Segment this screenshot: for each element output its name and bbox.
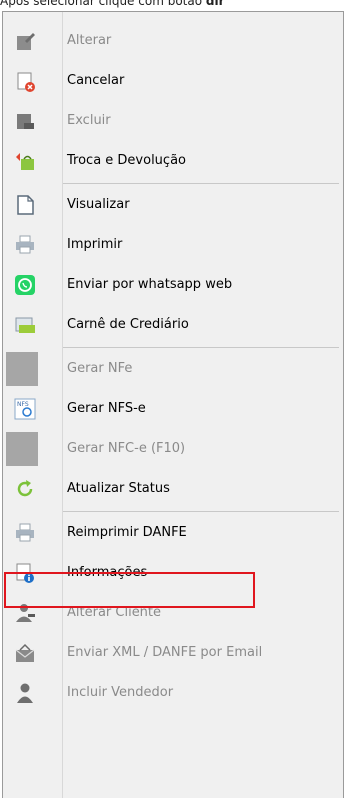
menu-item-imprimir[interactable]: Imprimir — [3, 225, 343, 265]
menu-item-label: Imprimir — [67, 237, 123, 252]
page-icon — [17, 195, 34, 215]
menu-separator — [63, 511, 339, 512]
menu-separator — [63, 183, 339, 184]
menu-item-label: Gerar NFC-e (F10) — [67, 441, 186, 456]
nfse-icon: NFS — [14, 398, 36, 420]
svg-text:NFS: NFS — [17, 401, 29, 408]
menu-item-atualizar-status[interactable]: Atualizar Status — [3, 469, 343, 509]
menu-item-label: Cancelar — [67, 73, 125, 88]
menu-item-troca-devolucao[interactable]: Troca e Devolução — [3, 141, 343, 181]
printer-icon — [16, 235, 34, 254]
menu-item-label: Visualizar — [67, 197, 130, 212]
menu-item-reimprimir-danfe[interactable]: Reimprimir DANFE — [3, 513, 343, 553]
menu-item-alterar[interactable]: Alterar — [3, 21, 343, 61]
menu-item-label: Gerar NFe — [67, 361, 133, 376]
menu-item-label: Enviar XML / DANFE por Email — [67, 645, 263, 660]
menu-item-visualizar[interactable]: Visualizar — [3, 185, 343, 225]
menu-item-enviar-xml-email[interactable]: Enviar XML / DANFE por Email — [3, 633, 343, 673]
blank-gray-icon — [6, 432, 38, 466]
exchange-bag-icon — [16, 153, 34, 170]
menu-item-label: Enviar por whatsapp web — [67, 277, 233, 292]
menu-item-gerar-nfce[interactable]: Gerar NFC-e (F10) — [3, 429, 343, 469]
envelope-icon — [15, 643, 35, 662]
highlight-box — [4, 572, 255, 608]
menu-item-carne-crediario[interactable]: Carnê de Crediário — [3, 305, 343, 345]
blank-gray-icon — [6, 352, 38, 386]
menu-item-label: Reimprimir DANFE — [67, 525, 187, 540]
card-icon — [15, 317, 35, 333]
menu-item-label: Excluir — [67, 113, 111, 128]
menu-item-label: Atualizar Status — [67, 481, 170, 496]
menu-item-gerar-nfse[interactable]: NFS Gerar NFS-e — [3, 389, 343, 429]
menu-item-cancelar[interactable]: Cancelar — [3, 61, 343, 101]
menu-item-label: Gerar NFS-e — [67, 401, 146, 416]
caption-bold: dir — [205, 0, 225, 8]
refresh-icon — [17, 480, 33, 497]
menu-item-enviar-whatsapp[interactable]: Enviar por whatsapp web — [3, 265, 343, 305]
menu-item-excluir[interactable]: Excluir — [3, 101, 343, 141]
user-icon — [17, 683, 33, 703]
top-caption: Após selecionar clique com botão dir — [0, 0, 225, 10]
menu-separator — [63, 347, 339, 348]
whatsapp-icon — [15, 275, 35, 295]
printer-icon — [16, 523, 34, 542]
menu-item-label: Alterar — [67, 33, 112, 48]
menu-item-gerar-nfe[interactable]: Gerar NFe — [3, 349, 343, 389]
menu-item-incluir-vendedor[interactable]: Incluir Vendedor — [3, 673, 343, 713]
caption-text: Após selecionar clique com botão — [0, 0, 206, 8]
delete-icon — [17, 114, 34, 129]
menu-item-label: Incluir Vendedor — [67, 685, 174, 700]
context-menu: Alterar Cancelar Excluir Troca e Devoluç… — [2, 11, 344, 798]
menu-item-label: Carnê de Crediário — [67, 317, 189, 332]
menu-item-label: Troca e Devolução — [67, 153, 186, 168]
cancel-doc-icon — [17, 72, 35, 92]
edit-icon — [17, 33, 35, 50]
